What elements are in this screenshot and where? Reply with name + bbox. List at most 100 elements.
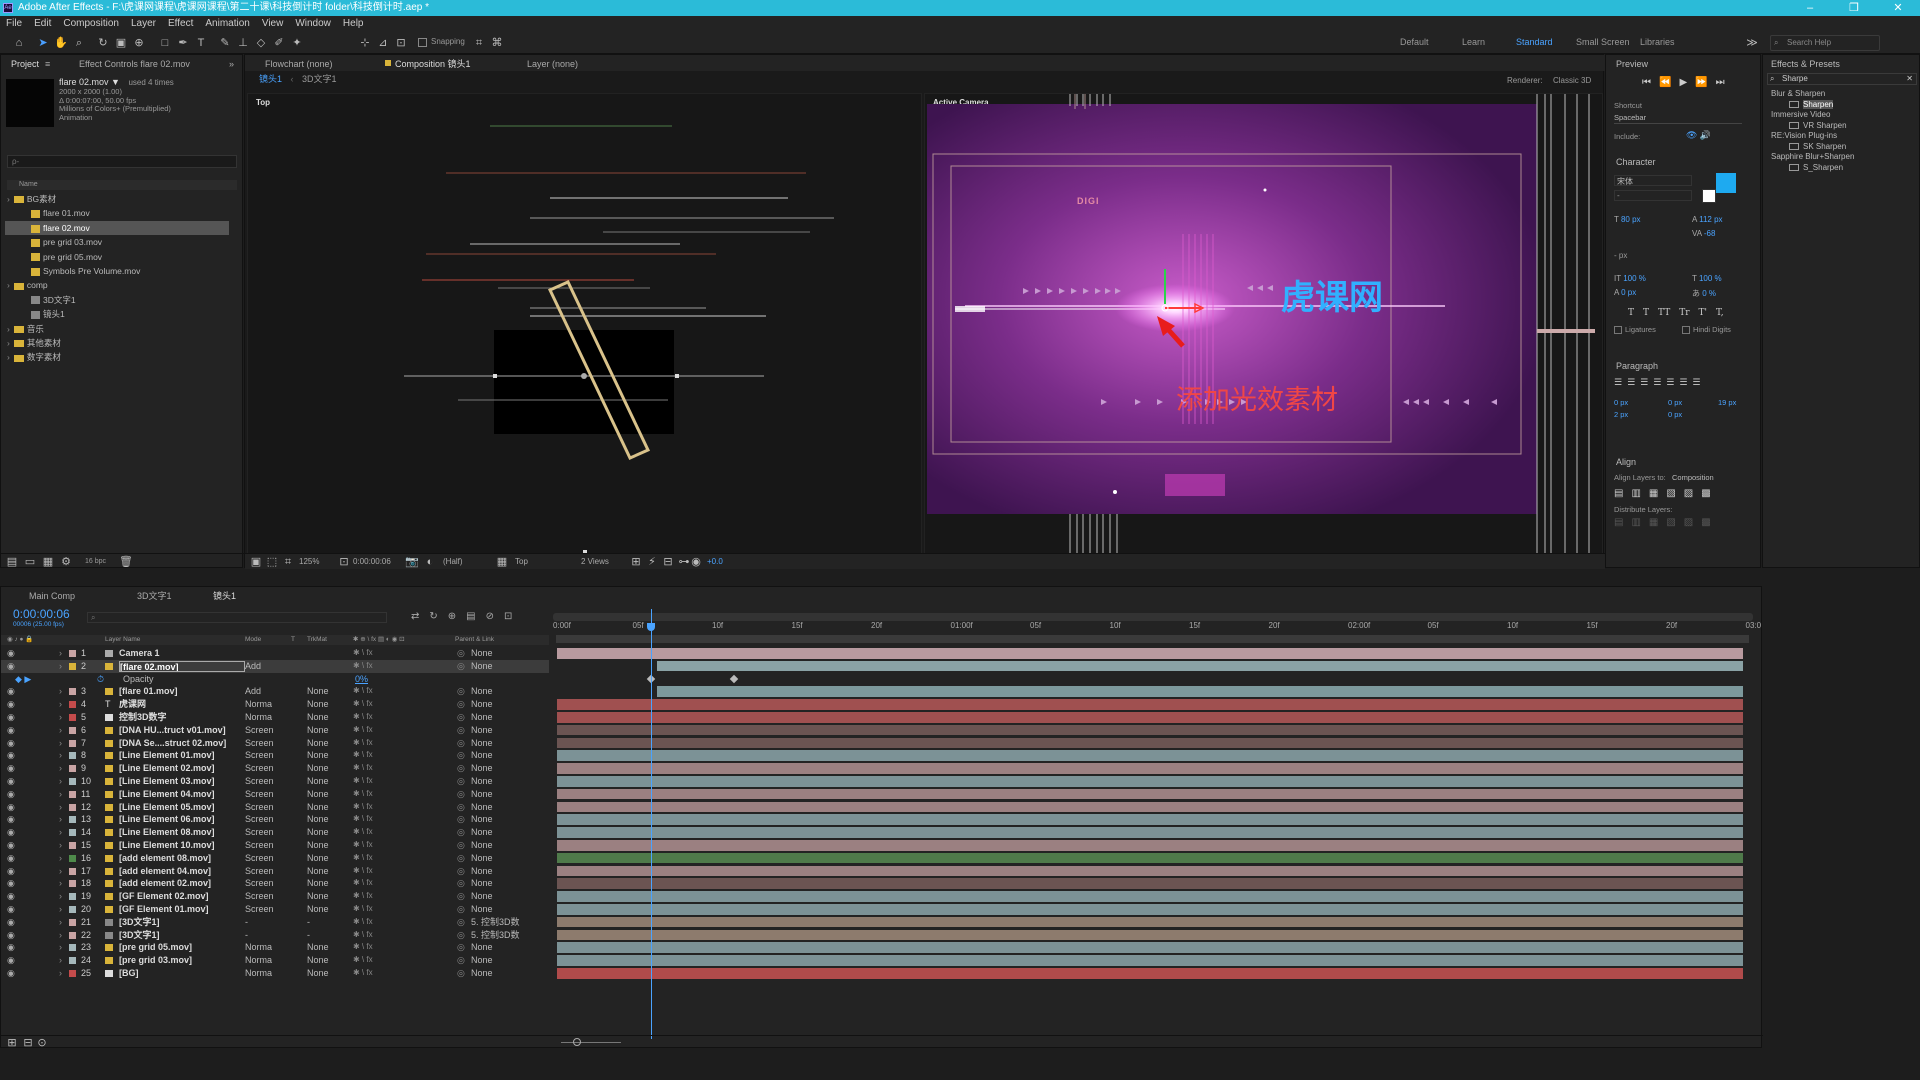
layer-name[interactable]: [add element 02.mov] (119, 877, 245, 890)
layer-name[interactable]: [add element 04.mov] (119, 865, 245, 878)
type-style-button[interactable]: T (1628, 308, 1634, 318)
layer-duration-bar[interactable] (557, 929, 1743, 941)
layer-row[interactable]: ◉ › 12 [Line Element 05.mov] Screen None ✱ \ f… (1, 801, 549, 814)
layer-switches[interactable]: ✱ \ fx (353, 801, 373, 814)
track-matte-dropdown[interactable]: None (307, 967, 329, 980)
hand-tool-icon[interactable]: ✋ (54, 36, 68, 50)
views-layout-dropdown[interactable]: 2 Views (581, 554, 609, 570)
paragraph-title[interactable]: Paragraph (1616, 361, 1658, 371)
visibility-eye-icon[interactable]: ◉ (7, 941, 15, 954)
label-color-swatch[interactable] (69, 867, 76, 875)
work-area-bar[interactable] (553, 613, 1753, 621)
blend-mode-dropdown[interactable]: Screen (245, 762, 274, 775)
layer-name[interactable]: [GF Element 02.mov] (119, 890, 245, 903)
menu-layer[interactable]: Layer (125, 16, 162, 32)
label-color-swatch[interactable] (69, 778, 76, 785)
current-time-indicator[interactable] (651, 609, 652, 1039)
align-buttons[interactable]: ▤▥▦▧▨▩ (1614, 488, 1719, 499)
label-color-swatch[interactable] (69, 790, 76, 798)
visibility-eye-icon[interactable]: ◉ (7, 749, 15, 762)
visibility-eye-icon[interactable]: ◉ (7, 877, 15, 890)
next-frame-icon[interactable]: ⏩ (1695, 77, 1715, 88)
layer-switches[interactable]: ✱ \ fx (353, 724, 373, 737)
layer-switches[interactable]: ✱ \ fx (353, 737, 373, 750)
track-matte-dropdown[interactable]: None (307, 737, 329, 750)
layer-row[interactable]: ◉ › 16 [add element 08.mov] Screen None ✱ \ fx… (1, 852, 549, 865)
label-color-swatch[interactable] (69, 893, 76, 901)
ligatures-checkbox[interactable] (1614, 326, 1622, 334)
parent-pickwhip-icon[interactable]: ◎ (457, 685, 465, 698)
timeline-timecode[interactable]: 0:00:00:06 (13, 607, 70, 621)
blend-mode-dropdown[interactable]: Screen (245, 775, 274, 788)
parent-dropdown[interactable]: None (471, 724, 541, 737)
font-style-dropdown[interactable]: - (1614, 190, 1692, 201)
expand-arrow-icon[interactable]: › (59, 762, 62, 775)
expand-arrow-icon[interactable]: › (59, 967, 62, 980)
layer-name[interactable]: [Line Element 02.mov] (119, 762, 245, 775)
roto-brush-tool-icon[interactable]: ✐ (272, 36, 286, 50)
layer-row[interactable]: ◉ › 1 Camera 1 ✱ \ fx ◎ None (1, 647, 549, 660)
project-item[interactable]: › comp (5, 278, 239, 292)
layer-duration-bar[interactable] (557, 878, 1743, 889)
menu-window[interactable]: Window (289, 16, 337, 32)
distribute-buttons[interactable]: ▤▥▦▧▨▩ (1614, 517, 1719, 528)
parent-dropdown[interactable]: None (471, 903, 541, 916)
column-header-name[interactable]: Name (7, 180, 237, 190)
fill-color-swatch[interactable] (1716, 173, 1736, 193)
parent-dropdown[interactable]: None (471, 788, 541, 801)
timeline-switch-icons[interactable]: ⇄↻⊕▤⊘⊡ (411, 611, 522, 622)
col-mode[interactable]: Mode (245, 635, 261, 645)
track-matte-dropdown[interactable]: None (307, 775, 329, 788)
blend-mode-dropdown[interactable]: Screen (245, 903, 274, 916)
parent-pickwhip-icon[interactable]: ◎ (457, 775, 465, 788)
parent-pickwhip-icon[interactable]: ◎ (457, 711, 465, 724)
new-folder-icon[interactable]: ▭ (23, 555, 37, 569)
label-color-swatch[interactable] (69, 688, 76, 696)
layer-row[interactable]: ◉ › 2 [flare 02.mov] Add ✱ \ fx ◎ None (1, 659, 549, 673)
label-color-swatch[interactable] (69, 854, 76, 862)
workspace-standard[interactable]: Standard (1516, 37, 1553, 47)
layer-switches[interactable]: ✱ \ fx (353, 813, 373, 826)
track-matte-dropdown[interactable]: - (307, 916, 310, 929)
snapping-checkbox[interactable] (418, 38, 427, 47)
layer-row[interactable]: ◉ › 5 控制3D数字 Norma None ✱ \ fx ◎ None (1, 711, 549, 724)
space-after-value[interactable]: 0 px (1668, 410, 1682, 419)
project-search-input[interactable]: ρ- (7, 155, 237, 168)
breadcrumb-comp-2[interactable]: 3D文字1 (302, 74, 337, 84)
parent-dropdown[interactable]: None (471, 813, 541, 826)
layer-row[interactable]: ◉ › 14 [Line Element 08.mov] Screen None ✱ \ f… (1, 826, 549, 839)
preview-title[interactable]: Preview (1616, 59, 1648, 69)
expand-arrow-icon[interactable]: › (7, 338, 10, 348)
tab-composition[interactable]: Composition 镜头1 (395, 57, 471, 71)
blend-mode-dropdown[interactable]: Screen (245, 724, 274, 737)
timeline-search-input[interactable]: ⌕ (87, 612, 387, 623)
layer-row[interactable]: ◉ › 20 [GF Element 01.mov] Screen None ✱ \ fx ◎… (1, 903, 549, 916)
interpret-footage-icon[interactable]: ▤ (5, 555, 19, 569)
parent-dropdown[interactable]: None (471, 698, 541, 711)
layer-row[interactable]: ◉ › 3 [flare 01.mov] Add None ✱ \ fx ◎ None (1, 685, 549, 698)
blend-mode-dropdown[interactable]: - (245, 916, 248, 929)
layer-switches[interactable]: ✱ \ fx (353, 775, 373, 788)
visibility-eye-icon[interactable]: ◉ (7, 775, 15, 788)
effect-item[interactable]: SK Sharpen (1767, 142, 1917, 153)
visibility-eye-icon[interactable]: ◉ (7, 660, 15, 673)
label-color-swatch[interactable] (69, 650, 76, 657)
layer-name[interactable]: [Line Element 10.mov] (119, 839, 245, 852)
parent-dropdown[interactable]: None (471, 890, 541, 903)
label-color-swatch[interactable] (69, 752, 76, 760)
layer-duration-bar[interactable] (656, 660, 1743, 672)
toggle-pixel-aspect-icon[interactable]: ⊞ (629, 555, 643, 569)
layer-name[interactable]: [GF Element 01.mov] (119, 903, 245, 916)
timeline-icon[interactable]: ⊟ (661, 555, 675, 569)
zoom-slider-handle[interactable] (573, 1038, 581, 1046)
project-item[interactable]: › 其他素材 (5, 336, 239, 350)
expand-arrow-icon[interactable]: › (59, 724, 62, 737)
visibility-eye-icon[interactable]: ◉ (7, 903, 15, 916)
layer-switches[interactable]: ✱ \ fx (353, 839, 373, 852)
expand-arrow-icon[interactable]: › (59, 775, 62, 788)
parent-pickwhip-icon[interactable]: ◎ (457, 941, 465, 954)
layer-name[interactable]: [flare 02.mov] (119, 660, 245, 672)
visibility-eye-icon[interactable]: ◉ (7, 852, 15, 865)
project-item[interactable]: › 数字素材 (5, 350, 239, 364)
parent-dropdown[interactable]: 5. 控制3D数 (471, 916, 541, 929)
